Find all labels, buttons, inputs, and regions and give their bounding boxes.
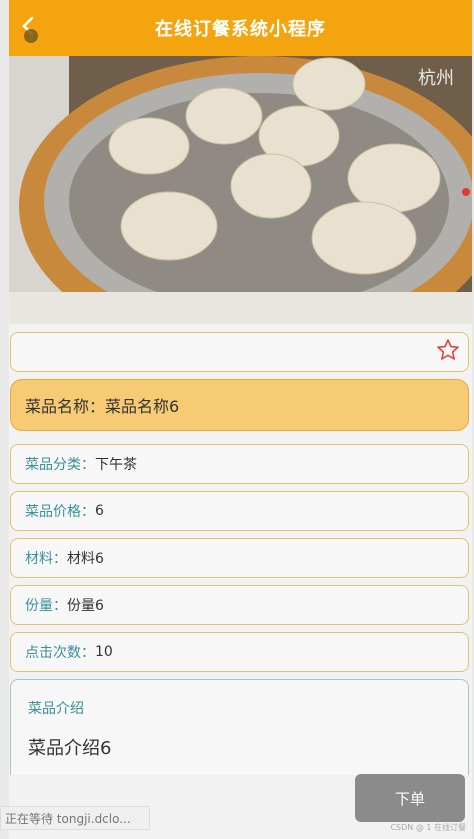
field-label: 菜品分类：: [25, 457, 95, 473]
back-arrow-icon: [22, 16, 38, 43]
field-value: 下午茶: [95, 457, 137, 473]
field-row-clicks: 点击次数： 10: [10, 632, 469, 672]
field-row-portion: 份量： 份量6: [10, 585, 469, 625]
dish-image: 杭州: [9, 56, 472, 324]
field-row-price: 菜品价格： 6: [10, 491, 469, 531]
header-bar: 在线订餐系统小程序: [9, 0, 472, 56]
dish-name-label: 菜品名称：: [25, 397, 106, 416]
field-value: 份量6: [67, 598, 104, 614]
field-value: 6: [95, 503, 104, 519]
favorite-button[interactable]: [436, 338, 460, 366]
carousel-indicator: [462, 188, 470, 196]
order-button[interactable]: 下单: [355, 774, 465, 822]
field-label: 份量：: [25, 598, 67, 614]
favorite-row: [10, 332, 469, 372]
field-row-category: 菜品分类： 下午茶: [10, 444, 469, 484]
back-button[interactable]: [17, 14, 43, 43]
field-row-materials: 材料： 材料6: [10, 538, 469, 578]
dish-name-value: 菜品名称6: [105, 397, 180, 416]
field-label: 材料：: [25, 551, 67, 567]
star-outline-icon: [437, 339, 459, 360]
field-label: 菜品价格：: [25, 504, 95, 520]
field-label: 点击次数：: [25, 645, 95, 661]
field-value: 10: [95, 644, 113, 660]
field-value: 材料6: [67, 551, 104, 567]
hero-brand-text: 杭州: [418, 68, 454, 89]
page-title: 在线订餐系统小程序: [155, 19, 326, 40]
dish-intro-label: 菜品介绍: [28, 701, 84, 717]
app-frame: 在线订餐系统小程序 杭州 菜品名称： 菜品名称6 菜品分类： 下午茶 菜品价格：…: [9, 0, 472, 839]
watermark: CSDN @ 1 在线订餐: [390, 823, 466, 832]
dish-intro-text: 菜品介绍6: [28, 738, 112, 759]
dish-intro-panel: 菜品介绍 菜品介绍6: [10, 679, 469, 775]
dish-name-row: 菜品名称： 菜品名称6: [10, 379, 469, 431]
browser-status-tip: 正在等待 tongji.dclo...: [0, 806, 150, 830]
